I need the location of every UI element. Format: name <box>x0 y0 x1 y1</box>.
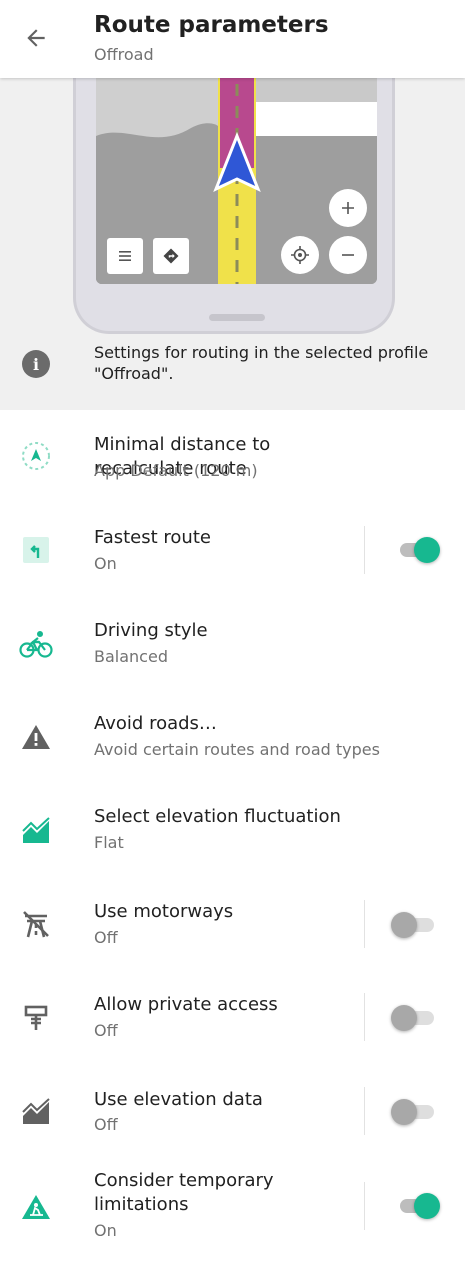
motorways-toggle[interactable] <box>391 910 442 940</box>
divider <box>364 993 365 1041</box>
arrow-left-icon <box>27 29 45 47</box>
fastest-route-toggle[interactable] <box>396 535 442 565</box>
setting-label: Use elevation data <box>94 1089 263 1110</box>
setting-label: Avoid roads… <box>94 713 217 734</box>
setting-value: App Default (120 m) <box>94 461 258 480</box>
plus-icon <box>342 202 354 214</box>
page-title: Route parameters <box>94 12 329 38</box>
setting-label: Use motorways <box>94 901 234 922</box>
zoom-out-button-illustration <box>329 236 367 274</box>
divider <box>364 1182 365 1230</box>
my-location-button-illustration <box>281 236 319 274</box>
setting-use-motorways[interactable]: Use motorways Off <box>0 876 465 969</box>
info-icon: i <box>22 350 50 378</box>
setting-elevation-data[interactable]: Use elevation data Off <box>0 1062 465 1155</box>
recalculate-route-icon <box>18 438 54 474</box>
setting-value: Off <box>94 1115 118 1134</box>
directions-button-illustration <box>153 238 189 274</box>
divider <box>364 526 365 574</box>
temporary-limitations-toggle[interactable] <box>396 1191 442 1221</box>
route-preview: i Settings for routing in the selected p… <box>0 78 465 410</box>
setting-value: Flat <box>94 833 124 852</box>
setting-temporary-limitations[interactable]: Consider temporary limitations On <box>0 1157 465 1267</box>
location-icon <box>291 246 309 264</box>
setting-value: Off <box>94 928 118 947</box>
phone-home-indicator <box>209 314 265 321</box>
setting-driving-style[interactable]: Driving style Balanced <box>0 596 465 689</box>
back-button[interactable] <box>16 18 56 58</box>
setting-label: Allow private access <box>94 994 278 1015</box>
setting-label: Consider temporary limitations <box>94 1170 274 1215</box>
roadworks-icon <box>18 1189 54 1225</box>
setting-label: Driving style <box>94 620 208 641</box>
minus-icon <box>342 254 354 256</box>
directions-icon <box>163 248 179 264</box>
bicycle-icon <box>18 626 54 662</box>
elevation-data-icon <box>18 1094 54 1130</box>
setting-value: Off <box>94 1021 118 1040</box>
setting-elevation-fluctuation[interactable]: Select elevation fluctuation Flat <box>0 782 465 875</box>
phone-illustration <box>73 78 395 334</box>
no-motorway-icon <box>18 906 54 942</box>
menu-button-illustration <box>107 238 143 274</box>
setting-value: Balanced <box>94 647 168 666</box>
fastest-route-icon <box>18 532 54 568</box>
setting-label: Select elevation fluctuation <box>94 806 341 827</box>
elevation-icon <box>18 813 54 849</box>
menu-icon <box>119 251 131 261</box>
setting-avoid-roads[interactable]: Avoid roads… Avoid certain routes and ro… <box>0 689 465 782</box>
private-access-toggle[interactable] <box>391 1003 442 1033</box>
setting-value: Avoid certain routes and road types <box>94 740 380 759</box>
divider <box>364 900 365 948</box>
setting-label: Fastest route <box>94 527 211 548</box>
private-access-icon <box>18 1000 54 1036</box>
divider <box>364 1087 365 1135</box>
warning-icon <box>18 719 54 755</box>
profile-subtitle: Offroad <box>94 45 154 64</box>
setting-value: On <box>94 1221 117 1240</box>
setting-private-access[interactable]: Allow private access Off <box>0 969 465 1062</box>
setting-min-distance[interactable]: Minimal distance to recalculate route Ap… <box>0 410 465 503</box>
app-bar: Route parameters Offroad <box>0 0 465 78</box>
info-row: i Settings for routing in the selected p… <box>0 338 465 410</box>
setting-value: On <box>94 554 117 573</box>
setting-fastest-route[interactable]: Fastest route On <box>0 503 465 596</box>
map-illustration <box>96 78 377 284</box>
zoom-in-button-illustration <box>329 189 367 227</box>
elevation-data-toggle[interactable] <box>391 1097 442 1127</box>
info-text: Settings for routing in the selected pro… <box>94 343 429 383</box>
